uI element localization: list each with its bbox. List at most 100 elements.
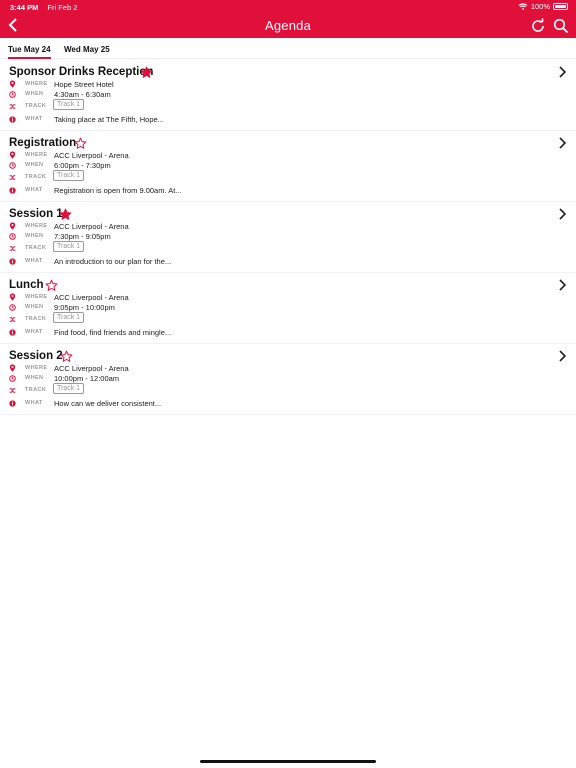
when-label: WHEN bbox=[25, 375, 44, 381]
session-what-row: WHAT Find food, find friends and mingle.… bbox=[9, 327, 171, 337]
session-what-row: WHAT Taking place at The Fifth, Hope... bbox=[9, 114, 164, 124]
shuffle-icon bbox=[9, 245, 16, 251]
battery-icon bbox=[553, 3, 568, 10]
what-label: WHAT bbox=[25, 258, 43, 264]
what-label: WHAT bbox=[25, 329, 43, 335]
where-label: WHERE bbox=[25, 223, 48, 229]
favorite-star-icon[interactable] bbox=[45, 279, 58, 292]
session-location: ACC Liverpool - Arena bbox=[54, 292, 129, 302]
favorite-star-icon[interactable] bbox=[60, 350, 73, 363]
track-badge: Track 1 bbox=[53, 312, 85, 323]
track-label: TRACK bbox=[25, 387, 47, 393]
refresh-button[interactable] bbox=[530, 18, 546, 34]
clock-icon bbox=[9, 303, 16, 311]
refresh-icon bbox=[532, 18, 544, 32]
page-title: Agenda bbox=[264, 18, 312, 33]
session-description: An introduction to our plan for the... bbox=[54, 256, 172, 266]
favorite-star-icon[interactable] bbox=[140, 66, 153, 79]
session-item[interactable]: Session 1 WHERE ACC Liverpool - Arena WH… bbox=[0, 202, 576, 273]
session-time: 4:30am - 6:30am bbox=[54, 89, 111, 99]
session-title: Session 2 bbox=[9, 350, 63, 362]
search-button[interactable] bbox=[553, 18, 569, 34]
session-location: ACC Liverpool - Arena bbox=[54, 150, 129, 160]
favorite-star-icon[interactable] bbox=[74, 137, 87, 150]
clock-icon bbox=[9, 374, 16, 382]
status-indicators: 100% bbox=[518, 2, 568, 11]
navigation-bar: 3:44 PM Fri Feb 2 100% Agenda bbox=[0, 0, 576, 38]
info-icon bbox=[9, 186, 16, 194]
chevron-right-icon bbox=[559, 279, 567, 291]
what-label: WHAT bbox=[25, 187, 43, 193]
info-icon bbox=[9, 328, 16, 336]
shuffle-icon bbox=[9, 387, 16, 393]
session-track-row: TRACK Track 1 bbox=[9, 99, 85, 111]
status-time: 3:44 PM bbox=[10, 3, 39, 12]
session-track-row: TRACK Track 1 bbox=[9, 241, 85, 253]
where-label: WHERE bbox=[25, 81, 48, 87]
search-icon bbox=[553, 18, 569, 34]
location-pin-icon bbox=[9, 222, 16, 230]
session-location: ACC Liverpool - Arena bbox=[54, 221, 129, 231]
session-item[interactable]: Registration WHERE ACC Liverpool - Arena… bbox=[0, 131, 576, 202]
session-title: Session 1 bbox=[9, 208, 63, 220]
session-when-row: WHEN 10:00pm - 12:00am bbox=[9, 373, 119, 383]
location-pin-icon bbox=[9, 80, 16, 88]
session-location: Hope Street Hotel bbox=[54, 79, 114, 89]
info-icon bbox=[9, 257, 16, 265]
session-what-row: WHAT Registration is open from 9.00am. A… bbox=[9, 185, 182, 195]
date-tabs: Tue May 24 Wed May 25 bbox=[0, 40, 576, 59]
tab-wed-may-25[interactable]: Wed May 25 bbox=[64, 45, 110, 57]
session-location: ACC Liverpool - Arena bbox=[54, 363, 129, 373]
clock-icon bbox=[9, 90, 16, 98]
session-where-row: WHERE ACC Liverpool - Arena bbox=[9, 363, 129, 373]
session-description: Registration is open from 9.00am. At... bbox=[54, 185, 182, 195]
what-label: WHAT bbox=[25, 116, 43, 122]
session-what-row: WHAT An introduction to our plan for the… bbox=[9, 256, 171, 266]
where-label: WHERE bbox=[25, 152, 48, 158]
session-description: Taking place at The Fifth, Hope... bbox=[54, 114, 164, 124]
when-label: WHEN bbox=[25, 162, 44, 168]
track-label: TRACK bbox=[25, 174, 47, 180]
session-when-row: WHEN 7:30pm - 9:05pm bbox=[9, 231, 111, 241]
shuffle-icon bbox=[9, 174, 16, 180]
wifi-icon bbox=[518, 3, 528, 10]
session-where-row: WHERE ACC Liverpool - Arena bbox=[9, 150, 129, 160]
session-when-row: WHEN 9:05pm - 10:00pm bbox=[9, 302, 115, 312]
session-item[interactable]: Lunch WHERE ACC Liverpool - Arena WHEN 9… bbox=[0, 273, 576, 344]
session-track-row: TRACK Track 1 bbox=[9, 170, 85, 182]
chevron-right-icon bbox=[559, 66, 567, 78]
location-pin-icon bbox=[9, 293, 16, 301]
when-label: WHEN bbox=[25, 233, 44, 239]
chevron-right-icon bbox=[559, 350, 567, 362]
info-icon bbox=[9, 399, 16, 407]
when-label: WHEN bbox=[25, 91, 44, 97]
session-title: Registration bbox=[9, 137, 77, 149]
session-item[interactable]: Session 2 WHERE ACC Liverpool - Arena WH… bbox=[0, 344, 576, 415]
location-pin-icon bbox=[9, 364, 16, 372]
shuffle-icon bbox=[9, 316, 16, 322]
tab-tue-may-24[interactable]: Tue May 24 bbox=[8, 45, 51, 59]
clock-icon bbox=[9, 232, 16, 240]
status-date: Fri Feb 2 bbox=[47, 3, 78, 12]
where-label: WHERE bbox=[25, 365, 48, 371]
session-item[interactable]: Sponsor Drinks Reception WHERE Hope Stre… bbox=[0, 60, 576, 131]
session-when-row: WHEN 4:30am - 6:30am bbox=[9, 89, 111, 99]
session-track-row: TRACK Track 1 bbox=[9, 383, 85, 395]
session-title: Sponsor Drinks Reception bbox=[9, 66, 154, 78]
track-badge: Track 1 bbox=[53, 170, 85, 181]
track-badge: Track 1 bbox=[53, 383, 85, 394]
when-label: WHEN bbox=[25, 304, 44, 310]
location-pin-icon bbox=[9, 151, 16, 159]
session-track-row: TRACK Track 1 bbox=[9, 312, 85, 324]
home-indicator bbox=[200, 760, 376, 763]
where-label: WHERE bbox=[25, 294, 48, 300]
info-icon bbox=[9, 115, 16, 123]
chevron-right-icon bbox=[559, 208, 567, 220]
track-badge: Track 1 bbox=[53, 241, 85, 252]
favorite-star-icon[interactable] bbox=[59, 208, 72, 221]
session-time: 10:00pm - 12:00am bbox=[54, 373, 120, 383]
status-bar: 3:44 PM Fri Feb 2 bbox=[10, 3, 77, 12]
track-badge: Track 1 bbox=[53, 99, 85, 110]
session-description: Find food, find friends and mingle... bbox=[54, 327, 172, 337]
track-label: TRACK bbox=[25, 245, 47, 251]
